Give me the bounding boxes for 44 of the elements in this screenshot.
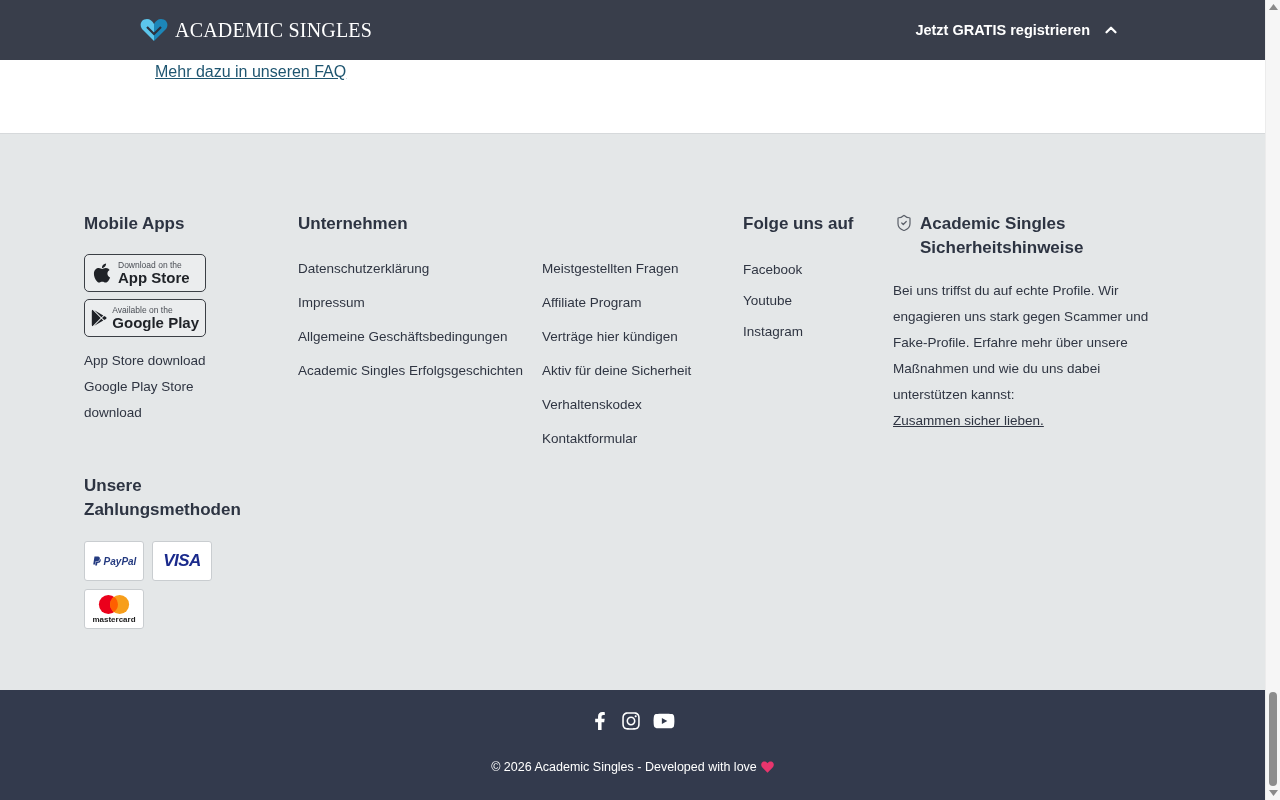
apple-icon	[91, 262, 113, 284]
instagram-icon	[620, 711, 641, 731]
paypal-p-icon	[91, 556, 102, 566]
app-store-badge[interactable]: Download on the App Store	[84, 254, 206, 292]
scroll-up-arrow-icon	[1268, 4, 1278, 10]
safety-link[interactable]: Zusammen sicher lieben.	[893, 413, 1044, 428]
heart-logo-icon	[140, 18, 168, 42]
footer-link[interactable]: Affiliate Program	[542, 286, 642, 320]
section-heading: Folge uns auf	[743, 213, 854, 235]
section-heading: Mobile Apps	[84, 213, 185, 235]
scrollbar[interactable]	[1265, 0, 1280, 800]
play-triangle-icon	[91, 307, 108, 329]
footer-link[interactable]: Youtube	[743, 285, 793, 316]
instagram-link[interactable]	[620, 711, 641, 731]
footer-link[interactable]: Verträge hier kündigen	[542, 320, 678, 354]
footer-link[interactable]: Instagram	[743, 316, 804, 347]
footer-link[interactable]: Impressum	[298, 286, 365, 320]
footer-link[interactable]: Google Play Store download	[84, 374, 234, 426]
footer-link[interactable]: Aktiv für deine Sicherheit	[542, 354, 692, 388]
footer-link[interactable]: Academic Singles Erfolgsgeschichten	[298, 354, 524, 388]
shield-check-icon	[895, 214, 913, 232]
footer-link[interactable]: Verhaltenskodex	[542, 388, 642, 422]
footer-link[interactable]: Allgemeine Geschäftsbedingungen	[298, 320, 508, 354]
copyright-text: © 2026 Academic Singles - Developed with love	[491, 760, 757, 774]
footer-link[interactable]: App Store download	[84, 348, 206, 374]
visa-wordmark: VISA	[163, 551, 201, 571]
footer-link[interactable]: Datenschutzerklärung	[298, 252, 430, 286]
section-heading: Unternehmen	[298, 213, 408, 235]
footer-link[interactable]: Meistgestellten Fragen	[542, 252, 679, 286]
safety-text: Bei uns triffst du auf echte Profile. Wir engagieren uns stark gegen Scammer und Fake-Profile. Erfahre mehr über unsere Maßnahmen und wie du uns dabei unterstützen kannst: Zusammen sicher lieben.	[893, 282, 1150, 430]
faq-link[interactable]: Mehr dazu in unseren FAQ	[155, 62, 347, 82]
scrollbar-thumb[interactable]	[1269, 692, 1277, 786]
logo-text: ACADEMIC SINGLES	[175, 18, 373, 42]
section-heading: Unsere Zahlungsmethoden	[84, 475, 242, 521]
mastercard-wordmark: mastercard	[92, 614, 136, 624]
google-play-badge[interactable]: Available on the Google Play	[84, 299, 206, 337]
footer-link[interactable]: Facebook	[743, 254, 803, 285]
register-button[interactable]: Jetzt GRATIS registrieren	[915, 17, 1120, 43]
scroll-down-arrow-icon	[1268, 790, 1278, 796]
paypal-wordmark: PayPal	[103, 555, 137, 567]
heart-icon	[760, 761, 774, 773]
footer-link[interactable]: Kontaktformular	[542, 422, 638, 456]
section-heading: Academic Singles Sicherheitshinweise	[920, 213, 1085, 259]
overlapping-circles-icon	[98, 594, 130, 614]
